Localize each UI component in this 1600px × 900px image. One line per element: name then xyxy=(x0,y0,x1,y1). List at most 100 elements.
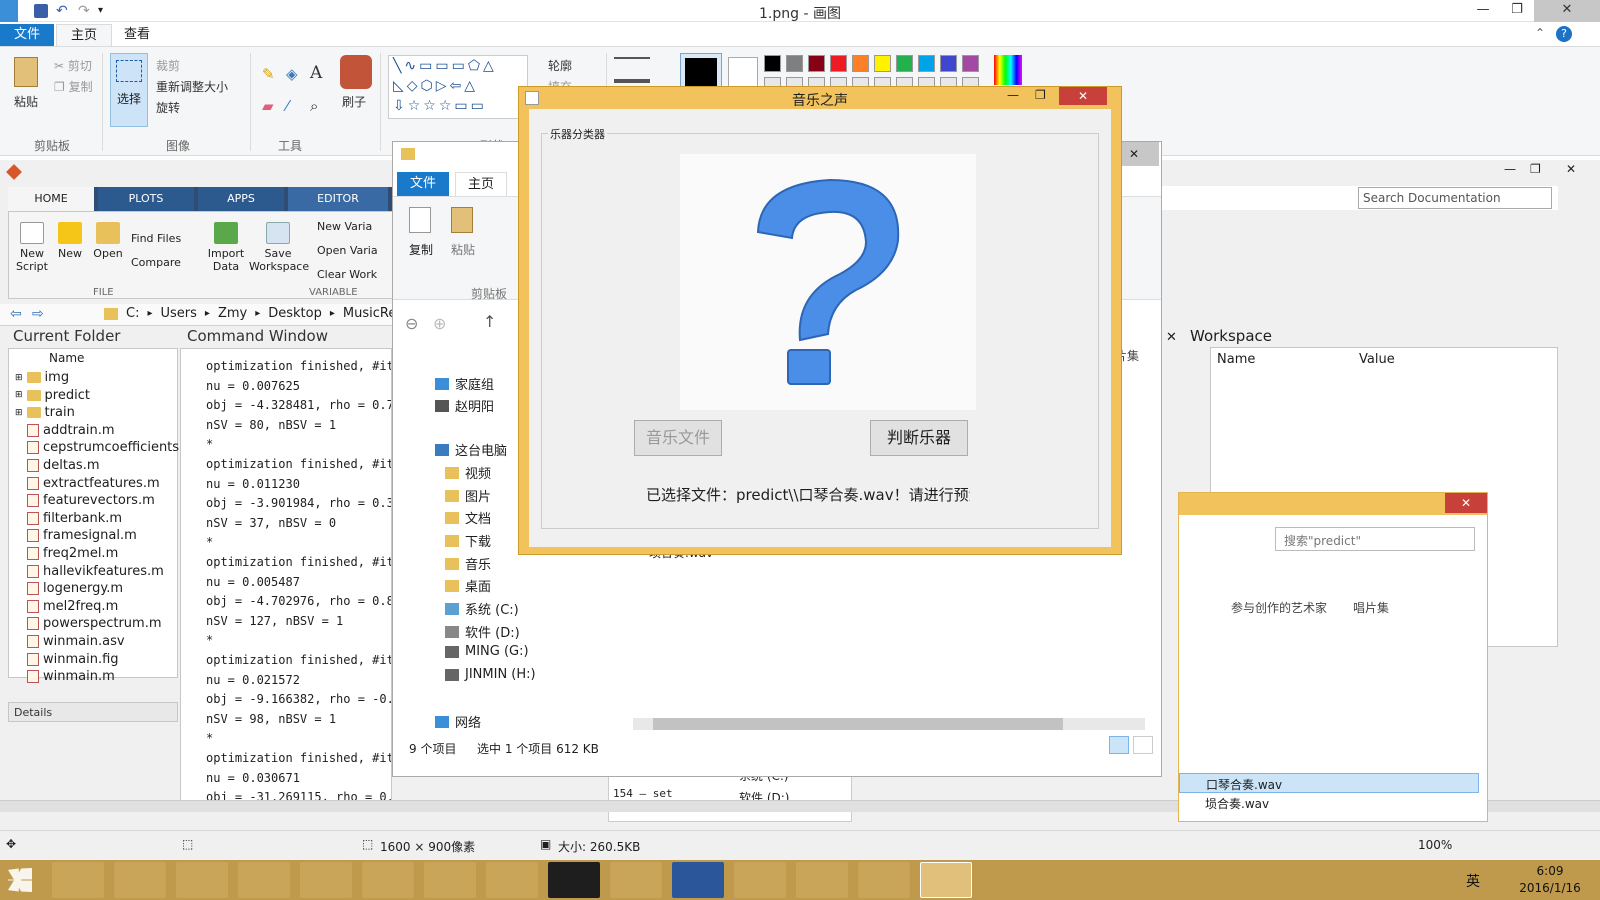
brush-icon[interactable] xyxy=(340,55,372,89)
predict-close-button[interactable]: ✕ xyxy=(1445,493,1487,513)
minimize-button[interactable]: — xyxy=(1466,0,1500,22)
copy-button[interactable]: 复制 xyxy=(409,241,433,258)
nav-item[interactable]: 系统 (C:) xyxy=(445,599,519,618)
color-swatch[interactable] xyxy=(940,55,957,72)
find-files-button[interactable]: Find Files xyxy=(131,232,181,245)
text-icon[interactable]: A xyxy=(310,63,322,83)
help-icon[interactable]: ? xyxy=(1556,26,1572,42)
tab-view[interactable]: 查看 xyxy=(110,24,164,46)
save-workspace-button[interactable]: Save Workspace xyxy=(249,222,309,273)
command-window[interactable]: optimization finished, #ite nu = 0.007625… xyxy=(180,348,392,808)
copy-icon[interactable] xyxy=(409,207,431,233)
chevron-right-icon[interactable]: ▸ xyxy=(330,308,335,319)
fill-icon[interactable]: ◈ xyxy=(286,65,298,83)
breadcrumb-item[interactable]: Desktop xyxy=(268,306,322,321)
file-item[interactable]: logenergy.m xyxy=(27,580,123,597)
clock-time[interactable]: 6:09 xyxy=(1510,864,1590,878)
taskbar-app-icon[interactable] xyxy=(486,862,538,898)
select-button[interactable]: 选择 xyxy=(110,53,148,127)
tab-file[interactable]: 文件 xyxy=(0,24,54,46)
file-item[interactable]: winmain.fig xyxy=(27,651,119,668)
workspace-name-header[interactable]: Name xyxy=(1217,352,1255,367)
color-swatch[interactable] xyxy=(874,55,891,72)
matlab-close-button[interactable]: ✕ xyxy=(1566,162,1576,176)
file-item[interactable]: featurevectors.m xyxy=(27,492,155,509)
color-swatch[interactable] xyxy=(830,55,847,72)
taskbar-paint-icon[interactable] xyxy=(176,862,228,898)
file-item[interactable]: deltas.m xyxy=(27,457,100,474)
file-row[interactable]: 埙合奏.wav xyxy=(1205,795,1269,812)
nav-item[interactable]: 赵明阳 xyxy=(435,396,494,415)
nav-item[interactable]: 桌面 xyxy=(445,576,491,595)
color-swatch[interactable] xyxy=(764,55,781,72)
magnifier-icon[interactable]: ⌕ xyxy=(310,97,318,115)
color2-button[interactable] xyxy=(728,57,758,87)
breadcrumb-item[interactable]: C: xyxy=(126,306,139,321)
column-album[interactable]: 唱片集 xyxy=(1353,599,1389,616)
nav-item[interactable]: 网络 xyxy=(435,712,481,731)
cut-button[interactable]: ✂ 剪切 xyxy=(54,57,92,74)
color-picker-icon[interactable]: ⁄ xyxy=(286,97,289,115)
taskbar-sql-icon[interactable] xyxy=(734,862,786,898)
color-swatch[interactable] xyxy=(918,55,935,72)
nav-item[interactable]: 视频 xyxy=(445,463,491,482)
breadcrumb-item[interactable]: MusicRe xyxy=(343,306,396,321)
paste-button[interactable]: 粘贴 xyxy=(451,241,475,258)
clock-date[interactable]: 2016/1/16 xyxy=(1510,881,1590,895)
tab-editor[interactable]: EDITOR xyxy=(288,187,388,211)
nav-item[interactable]: 图片 xyxy=(445,486,491,505)
matlab-maximize-button[interactable]: ❐ xyxy=(1530,162,1541,176)
nav-item[interactable]: 文档 xyxy=(445,508,491,527)
file-item[interactable]: cepstrumcoefficients.... xyxy=(27,439,196,456)
up-arrow-icon[interactable]: ↑ xyxy=(483,312,496,331)
maximize-button[interactable]: ❐ xyxy=(1500,0,1534,22)
judge-instrument-button[interactable]: 判断乐器 xyxy=(870,420,968,456)
paste-icon[interactable] xyxy=(14,57,38,87)
back-arrow-icon[interactable]: ⊖ xyxy=(405,314,418,333)
taskbar-app-icon[interactable] xyxy=(424,862,476,898)
explorer-tab-home[interactable]: 主页 xyxy=(455,172,507,196)
crop-button[interactable]: 裁剪 xyxy=(156,57,180,74)
panel-close-icon[interactable]: ✕ xyxy=(1166,330,1177,345)
predict-search-input[interactable]: 搜索"predict" xyxy=(1275,527,1475,551)
import-data-button[interactable]: Import Data xyxy=(207,222,245,273)
nav-item[interactable]: 音乐 xyxy=(445,554,491,573)
new-script-button[interactable]: New Script xyxy=(13,222,51,273)
workspace-value-header[interactable]: Value xyxy=(1359,352,1395,367)
folder-item[interactable]: ⊞ predict xyxy=(15,387,90,404)
chevron-right-icon[interactable]: ▸ xyxy=(147,308,152,319)
details-view-icon[interactable] xyxy=(1109,736,1129,754)
scroll-thumb[interactable] xyxy=(653,718,1063,730)
chevron-right-icon[interactable]: ▸ xyxy=(205,308,210,319)
paste-button[interactable]: 粘贴 xyxy=(14,93,38,110)
start-icon[interactable] xyxy=(8,868,32,892)
taskbar-cmd-icon[interactable] xyxy=(548,862,600,898)
taskbar-word-icon[interactable] xyxy=(672,862,724,898)
forward-arrow-icon[interactable]: ⊕ xyxy=(433,314,446,333)
dialog-close-button[interactable]: ✕ xyxy=(1059,87,1107,105)
ime-indicator[interactable]: 英 xyxy=(1466,871,1480,891)
expand-icon[interactable]: ⊞ xyxy=(15,390,23,400)
file-item[interactable]: framesignal.m xyxy=(27,527,137,544)
nav-item[interactable]: JINMIN (H:) xyxy=(445,667,536,682)
file-row-selected[interactable]: 口琴合奏.wav xyxy=(1179,773,1479,793)
details-panel[interactable]: Details xyxy=(8,702,178,722)
breadcrumb-item[interactable]: Users xyxy=(161,306,197,321)
taskbar-winrar-icon[interactable] xyxy=(858,862,910,898)
new-button[interactable]: New xyxy=(53,222,87,260)
nav-item[interactable]: MING (G:) xyxy=(445,644,529,659)
expand-icon[interactable]: ⊞ xyxy=(15,408,23,418)
taskbar-sublime-icon[interactable] xyxy=(114,862,166,898)
dialog-minimize-button[interactable]: — xyxy=(1007,88,1019,102)
folder-item[interactable]: ⊞ train xyxy=(15,404,75,421)
file-item[interactable]: powerspectrum.m xyxy=(27,615,162,632)
file-item[interactable]: mel2freq.m xyxy=(27,598,118,615)
name-column-header[interactable]: Name xyxy=(49,351,84,365)
file-item[interactable]: hallevikfeatures.m xyxy=(27,563,164,580)
file-item[interactable]: winmain.m xyxy=(27,668,115,685)
tab-plots[interactable]: PLOTS xyxy=(98,187,194,211)
color-swatch[interactable] xyxy=(786,55,803,72)
collapse-ribbon-icon[interactable]: ⌃ xyxy=(1535,26,1545,40)
rotate-button[interactable]: 旋转 xyxy=(156,99,180,116)
dialog-maximize-button[interactable]: ❐ xyxy=(1035,88,1046,102)
